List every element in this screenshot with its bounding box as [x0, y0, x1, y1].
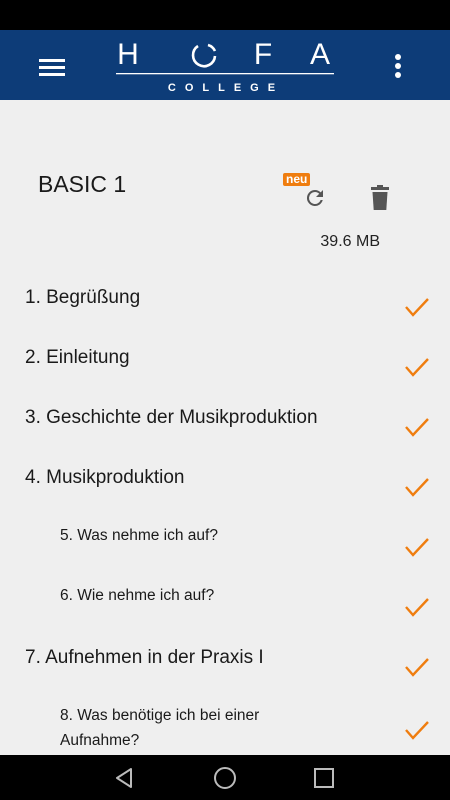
menu-button[interactable] — [30, 52, 74, 82]
lesson-item[interactable]: 1. Begrüßung — [0, 283, 450, 343]
lesson-label: 8. Was benötige ich bei einer Aufnahme? — [60, 707, 260, 749]
hamburger-menu-icon — [39, 59, 65, 76]
lesson-label: 6. Wie nehme ich auf? — [60, 587, 215, 604]
lesson-item[interactable]: 8. Was benötige ich bei einer Aufnahme? — [0, 703, 450, 755]
lesson-label: 4. Musikproduktion — [25, 467, 185, 488]
logo-letter-h: H — [117, 38, 139, 71]
lesson-label: 3. Geschichte der Musikproduktion — [25, 407, 318, 428]
lesson-label: 5. Was nehme ich auf? — [60, 527, 218, 544]
triangle-back-icon — [116, 768, 132, 788]
more-vertical-icon — [395, 54, 401, 78]
nav-back-button[interactable] — [110, 764, 138, 792]
course-title: BASIC 1 — [38, 171, 127, 197]
logo-subtitle: COLLEGE — [168, 82, 284, 94]
lesson-item[interactable]: 3. Geschichte der Musikproduktion — [0, 403, 450, 463]
delete-button[interactable] — [365, 183, 395, 213]
trash-icon — [371, 185, 389, 210]
nav-home-button[interactable] — [211, 764, 239, 792]
system-nav-bar — [0, 755, 450, 800]
circle-home-icon — [214, 767, 236, 789]
refresh-button[interactable] — [300, 183, 330, 213]
logo-letter-o — [191, 43, 217, 68]
checkmark-icon — [405, 298, 429, 317]
checkmark-icon — [405, 358, 429, 377]
checkmark-icon — [405, 418, 429, 437]
square-recents-icon — [314, 768, 334, 788]
lesson-item[interactable]: 6. Wie nehme ich auf? — [0, 583, 450, 643]
checkmark-icon — [405, 658, 429, 677]
checkmark-icon — [405, 478, 429, 497]
more-options-button[interactable] — [380, 50, 416, 82]
status-bar — [0, 0, 450, 30]
logo-letter-f: F — [254, 38, 272, 71]
lesson-list-screen: BASIC 1 neu 39.6 MB 1. Begrüßung 2. Einl… — [0, 100, 450, 755]
checkmark-icon — [405, 538, 429, 557]
download-size: 39.6 MB — [320, 233, 380, 250]
lesson-item[interactable]: 4. Musikproduktion — [0, 463, 450, 523]
lesson-item[interactable]: 5. Was nehme ich auf? — [0, 523, 450, 583]
hofa-college-logo: H F A COLLEGE — [116, 38, 334, 94]
checkmark-icon — [405, 598, 429, 617]
logo-divider — [116, 73, 334, 75]
app-bar: H F A COLLEGE — [0, 30, 450, 100]
logo-letter-a: A — [310, 38, 330, 71]
lesson-item[interactable]: 7. Aufnehmen in der Praxis I — [0, 643, 450, 703]
lesson-label: 7. Aufnehmen in der Praxis I — [25, 647, 264, 668]
lesson-label: 2. Einleitung — [25, 347, 130, 368]
lesson-label: 1. Begrüßung — [25, 287, 141, 308]
nav-recents-button[interactable] — [310, 764, 338, 792]
checkmark-icon — [405, 721, 429, 740]
refresh-icon — [306, 189, 323, 206]
lesson-item[interactable]: 2. Einleitung — [0, 343, 450, 403]
